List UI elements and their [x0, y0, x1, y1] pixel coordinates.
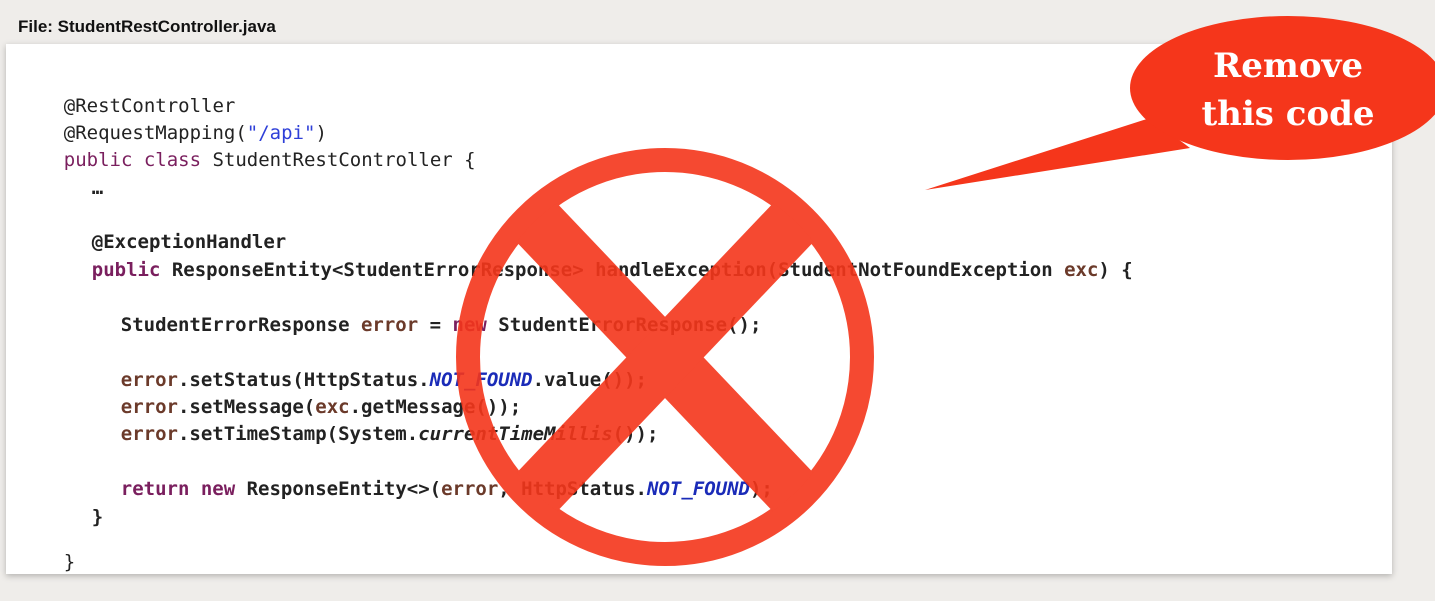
- closing-brace: }: [91, 506, 104, 528]
- class-declaration: StudentRestController {: [212, 149, 476, 171]
- code-token: ());: [612, 423, 659, 445]
- code-token: .value());: [532, 369, 647, 391]
- keyword: new: [452, 314, 499, 336]
- variable-name: error: [360, 314, 419, 336]
- parameter-name: exc: [1064, 259, 1099, 281]
- code-token: , HttpStatus.: [498, 478, 647, 500]
- method-signature: ResponseEntity<StudentErrorResponse> han…: [171, 259, 1065, 281]
- callout-text: Remove this code: [1188, 42, 1388, 138]
- keyword: return new: [120, 478, 247, 500]
- variable-name: error: [441, 478, 499, 500]
- code-token: );: [749, 478, 773, 500]
- callout-line-2: this code: [1201, 94, 1375, 134]
- code-panel: @RestController @RequestMapping("/api") …: [6, 44, 1392, 574]
- closing-brace: }: [63, 551, 76, 573]
- static-method: currentTimeMillis: [418, 423, 613, 445]
- code-line: return new ResponseEntity<>(error, HttpS…: [75, 453, 773, 525]
- code-token: ) {: [1098, 259, 1133, 281]
- constructor-call: ResponseEntity<>(: [246, 478, 442, 500]
- type-name: StudentErrorResponse: [120, 314, 361, 336]
- code-line: }: [18, 526, 75, 598]
- constructor-call: StudentErrorResponse();: [498, 314, 762, 336]
- method-call: .setTimeStamp(System.: [177, 423, 419, 445]
- code-token: =: [418, 314, 453, 336]
- constant: NOT_FOUND: [647, 478, 750, 500]
- variable-name: error: [120, 423, 178, 445]
- keyword: public: [91, 259, 172, 281]
- ellipsis: …: [91, 177, 104, 199]
- file-name-label: File: StudentRestController.java: [18, 17, 276, 36]
- callout-line-1: Remove: [1213, 46, 1363, 86]
